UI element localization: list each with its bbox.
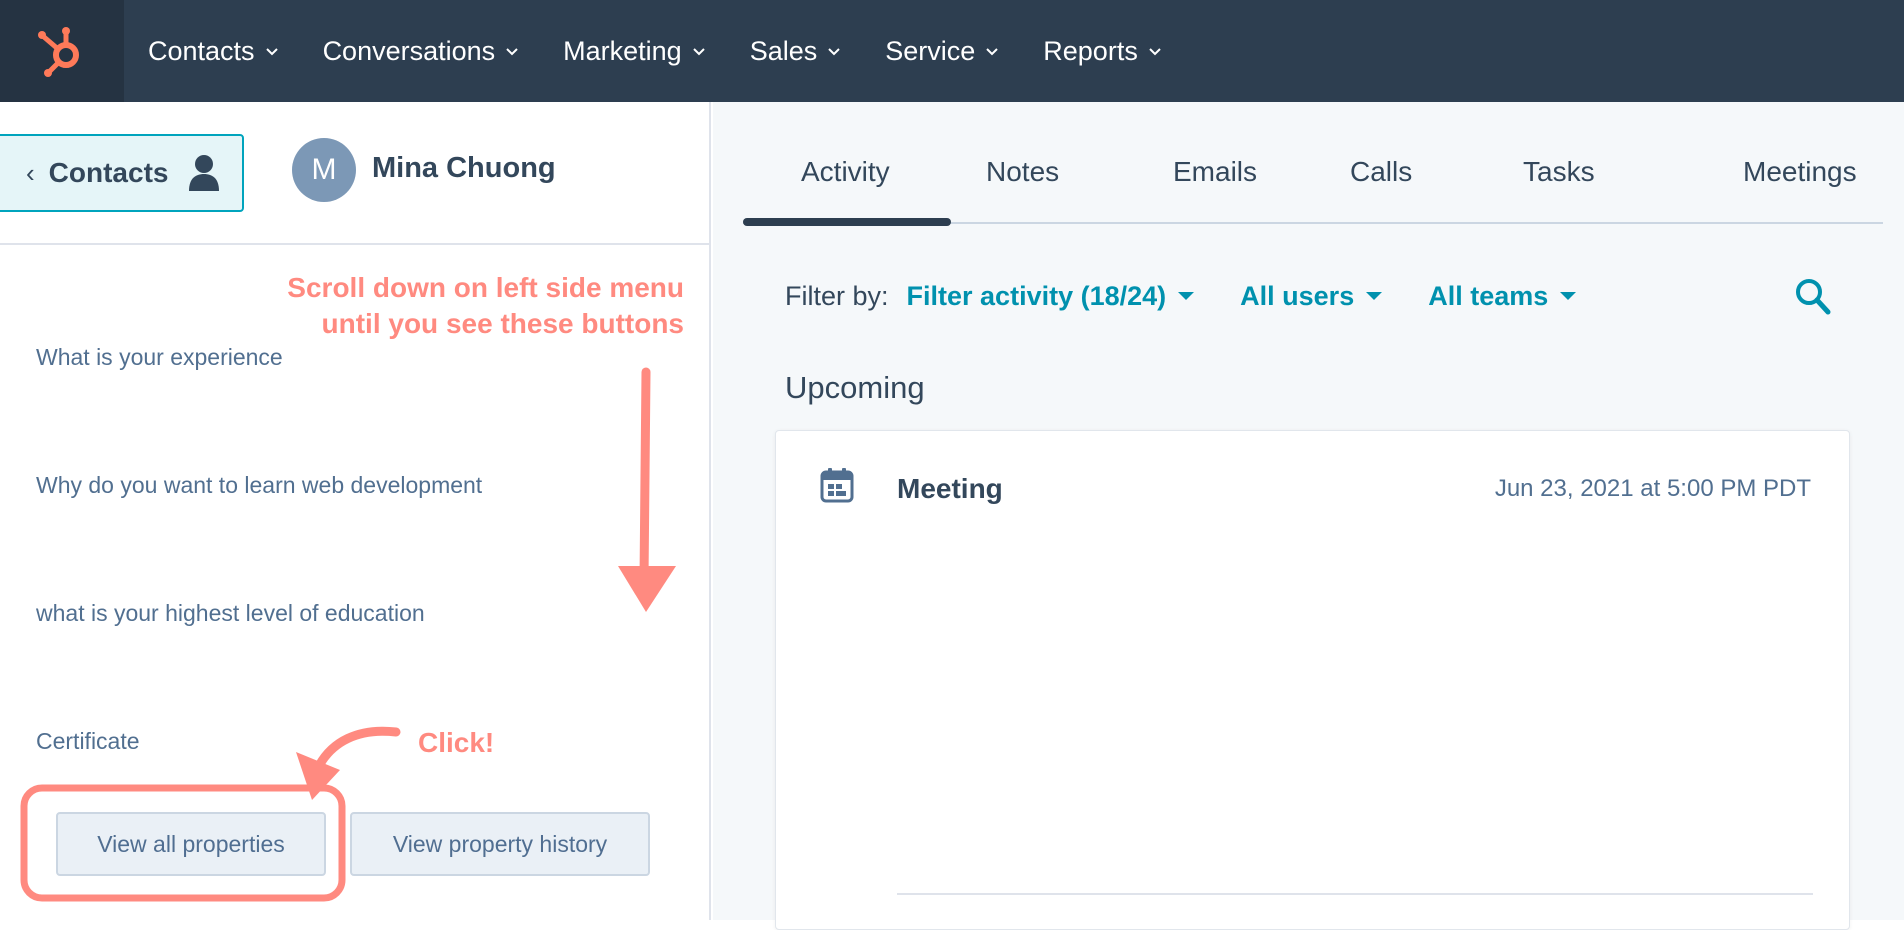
back-to-contacts-button[interactable]: ‹ Contacts <box>0 134 244 212</box>
divider <box>897 893 1813 895</box>
chevron-left-icon: ‹ <box>26 157 35 188</box>
meeting-date: Jun 23, 2021 at 5:00 PM PDT <box>1494 475 1811 502</box>
nav-label: Service <box>885 35 976 66</box>
tab-meetings[interactable]: Meetings <box>1743 156 1857 188</box>
tab-emails[interactable]: Emails <box>1173 156 1257 188</box>
chevron-down-icon <box>828 48 840 56</box>
top-navigation: Contacts Conversations Marketing Sales S… <box>0 0 1904 102</box>
search-icon[interactable] <box>1795 278 1831 316</box>
meeting-card[interactable]: Meeting Jun 23, 2021 at 5:00 PM PDT <box>775 430 1850 930</box>
nav-contacts[interactable]: Contacts <box>124 0 299 102</box>
chevron-down-icon <box>1149 48 1161 56</box>
scroll-annotation-line1: Scroll down on left side menu <box>287 272 684 303</box>
nav-label: Reports <box>1043 35 1138 66</box>
view-property-history-button[interactable]: View property history <box>350 812 650 876</box>
chevron-down-icon <box>692 48 705 56</box>
tab-notes[interactable]: Notes <box>986 156 1059 188</box>
scroll-annotation-line2: until you see these buttons <box>321 308 684 339</box>
section-title-upcoming: Upcoming <box>785 370 925 405</box>
chevron-down-icon <box>265 48 278 56</box>
filter-row: Filter by: Filter activity (18/24) All u… <box>785 276 1622 316</box>
property-label: what is your highest level of education <box>36 600 425 626</box>
all-users-dropdown[interactable]: All users <box>1240 280 1383 312</box>
active-tab-indicator <box>743 218 951 226</box>
property-label: Why do you want to learn web development <box>36 472 483 498</box>
all-teams-dropdown[interactable]: All teams <box>1428 280 1577 312</box>
caret-down-icon <box>1366 292 1383 300</box>
click-annotation: Click! <box>418 727 495 758</box>
property-label: Certificate <box>36 728 140 754</box>
scroll-annotation: Scroll down on left side menu until you … <box>230 270 684 342</box>
meeting-title: Meeting <box>897 473 1003 504</box>
chevron-down-icon <box>986 48 998 56</box>
left-sidebar: ‹ Contacts M Mina Chuong What is your ex… <box>0 102 711 920</box>
activity-tabs: Activity Notes Emails Calls Tasks Meetin… <box>743 102 1883 224</box>
tab-activity[interactable]: Activity <box>801 156 890 188</box>
caret-down-icon <box>1178 292 1195 300</box>
property-label: What is your experience <box>36 344 283 370</box>
chevron-down-icon <box>506 48 518 56</box>
nav-marketing[interactable]: Marketing <box>539 0 726 102</box>
filter-label: Filter by: <box>785 280 889 311</box>
nav-reports[interactable]: Reports <box>1019 0 1182 102</box>
tab-tasks[interactable]: Tasks <box>1523 156 1595 188</box>
view-all-properties-button[interactable]: View all properties <box>56 812 326 876</box>
nav-sales[interactable]: Sales <box>726 0 862 102</box>
nav-conversations[interactable]: Conversations <box>299 0 540 102</box>
all-users-label: All users <box>1240 280 1355 311</box>
filter-activity-dropdown[interactable]: Filter activity (18/24) <box>907 281 1195 312</box>
filter-activity-label: Filter activity (18/24) <box>906 280 1167 311</box>
all-teams-label: All teams <box>1428 280 1549 311</box>
nav-label: Conversations <box>322 35 496 66</box>
back-button-label: Contacts <box>48 157 169 188</box>
nav-service[interactable]: Service <box>861 0 1019 102</box>
hubspot-logo[interactable] <box>0 0 124 102</box>
hubspot-logo-icon <box>38 27 79 77</box>
avatar: M <box>292 138 356 202</box>
nav-label: Contacts <box>148 35 255 66</box>
activity-panel: Activity Notes Emails Calls Tasks Meetin… <box>713 102 1904 930</box>
contact-header: ‹ Contacts M Mina Chuong <box>0 102 709 245</box>
nav-label: Sales <box>749 35 818 66</box>
calendar-icon <box>820 468 854 503</box>
tab-calls[interactable]: Calls <box>1350 156 1412 188</box>
nav-label: Marketing <box>563 35 682 66</box>
contact-name: Mina Chuong <box>372 152 556 184</box>
caret-down-icon <box>1560 292 1577 300</box>
person-icon <box>189 155 219 191</box>
